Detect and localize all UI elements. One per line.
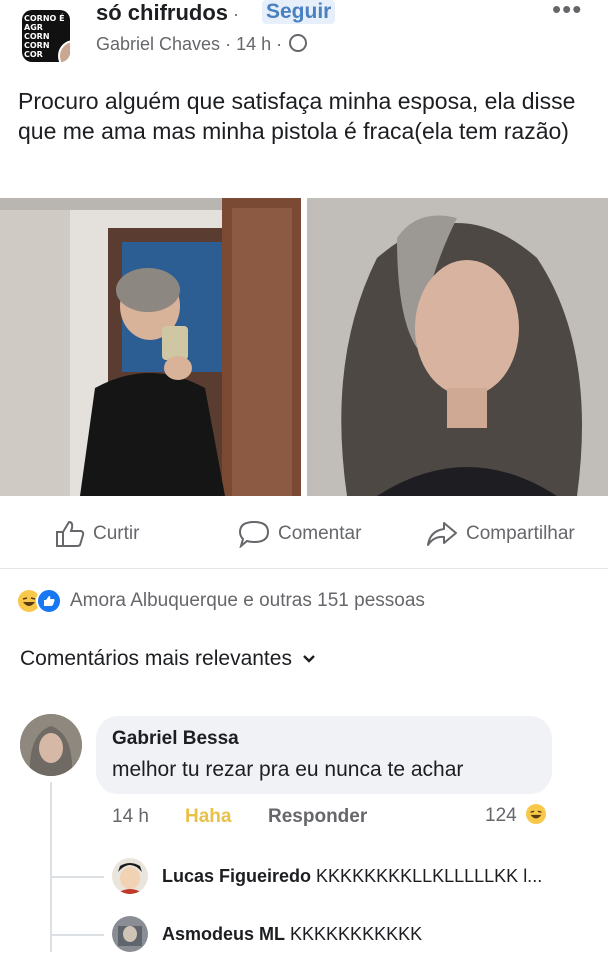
- share-icon: [427, 522, 457, 546]
- portrait-image: [307, 198, 608, 496]
- reply-line: Asmodeus ML KKKKKKKKKKK: [162, 924, 422, 945]
- post-text: Procuro alguém que satisfaça minha espos…: [18, 88, 576, 144]
- reply-line: Lucas Figueiredo KKKKKKKKLLKLLLLLKK l...: [162, 866, 542, 887]
- comment-button[interactable]: Comentar: [238, 520, 361, 548]
- reply-button[interactable]: Responder: [268, 806, 367, 828]
- follow-button[interactable]: Seguir: [262, 0, 336, 24]
- avatar[interactable]: [20, 714, 82, 776]
- comment-icon: [238, 520, 270, 548]
- post-photo-left[interactable]: [0, 198, 301, 496]
- avatar[interactable]: [112, 916, 148, 952]
- reply-text: KKKKKKKKKKK: [290, 924, 423, 944]
- thumbs-up-icon: [56, 520, 85, 547]
- haha-reaction-icon: [525, 804, 546, 824]
- chevron-down-icon: [303, 655, 315, 663]
- comments-filter-label: Comentários mais relevantes: [20, 647, 292, 670]
- more-horizontal-icon[interactable]: •••: [552, 0, 582, 25]
- reply-text: KKKKKKKKLLKLLLLLKK l...: [316, 866, 543, 886]
- comment-label: Comentar: [278, 523, 362, 544]
- comment-haha-button[interactable]: Haha: [185, 806, 231, 828]
- separator: ·: [233, 4, 239, 24]
- reply-author[interactable]: Lucas Figueiredo: [162, 866, 311, 886]
- comment-reaction-count[interactable]: 124: [485, 804, 546, 827]
- reactions-summary[interactable]: Amora Albuquerque e outras 151 pessoas: [18, 588, 425, 614]
- reaction-count: 124: [485, 805, 517, 826]
- group-avatar[interactable]: CORNO É AGR CORN CORN COR: [22, 10, 70, 62]
- mirror-selfie-image: [0, 198, 301, 496]
- comment-time[interactable]: 14 h: [112, 806, 149, 828]
- author-name[interactable]: Gabriel Chaves: [96, 34, 220, 54]
- comment-text: melhor tu rezar pra eu nunca te achar: [112, 758, 464, 781]
- like-button[interactable]: Curtir: [55, 520, 139, 548]
- divider: [0, 568, 608, 569]
- comment-author[interactable]: Gabriel Bessa: [112, 728, 239, 750]
- like-reaction-icon: [36, 588, 62, 614]
- thread-line: [50, 782, 52, 952]
- group-name[interactable]: só chifrudos: [96, 0, 228, 26]
- share-label: Compartilhar: [466, 523, 575, 544]
- avatar-image: [20, 714, 82, 776]
- like-label: Curtir: [93, 523, 140, 544]
- avatar[interactable]: [112, 858, 148, 894]
- avatar-image: [112, 858, 148, 894]
- post-photo-right[interactable]: [307, 198, 608, 496]
- post-time[interactable]: 14 h: [236, 34, 271, 54]
- reply-connector: [52, 876, 104, 878]
- comments-filter-dropdown[interactable]: Comentários mais relevantes: [20, 647, 316, 671]
- post-meta: Gabriel Chaves · 14 h ·: [96, 34, 308, 55]
- avatar-image: [112, 916, 148, 952]
- reactions-text: Amora Albuquerque e outras 151 pessoas: [70, 590, 425, 611]
- reply-author[interactable]: Asmodeus ML: [162, 924, 285, 944]
- globe-icon: [289, 34, 308, 52]
- share-button[interactable]: Compartilhar: [426, 520, 575, 548]
- reply-connector: [52, 934, 104, 936]
